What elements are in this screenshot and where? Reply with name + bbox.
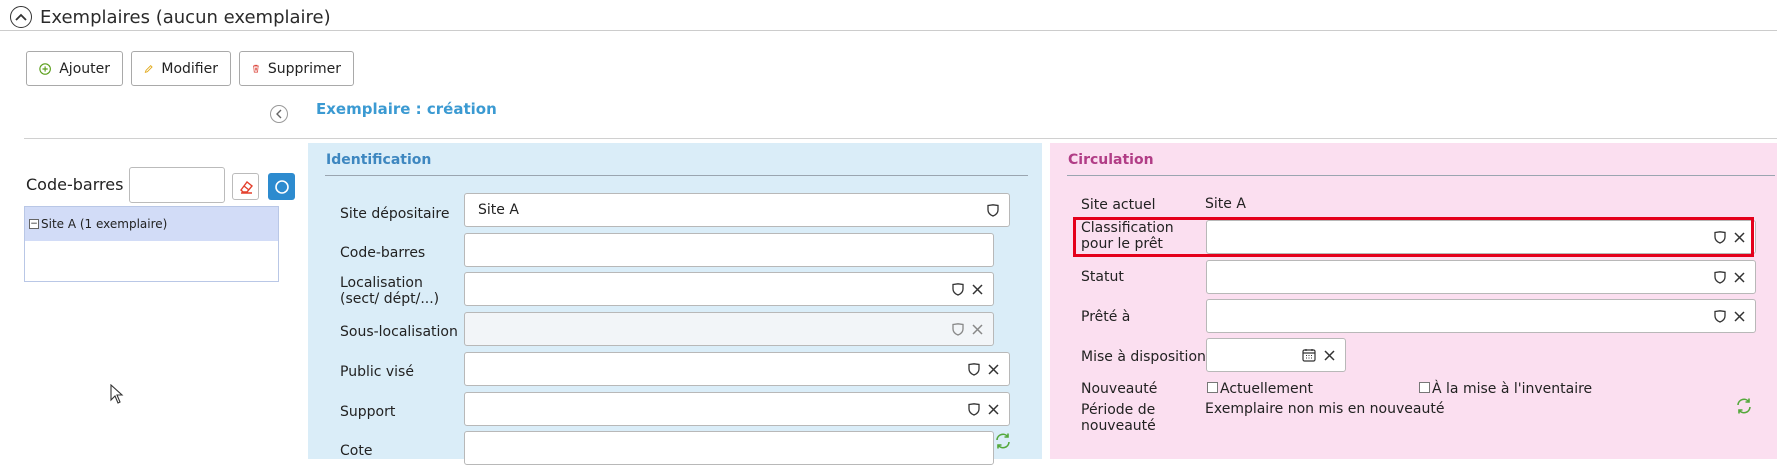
sublocation-select[interactable] xyxy=(464,312,994,346)
status-label: Statut xyxy=(1081,269,1124,285)
form-title: Exemplaire : création xyxy=(316,100,497,118)
support-label: Support xyxy=(340,404,396,420)
dropdown-shield-icon[interactable] xyxy=(1714,309,1726,323)
novelty-period-value: Exemplaire non mis en nouveauté xyxy=(1205,401,1445,417)
section-header: Exemplaires (aucun exemplaire) xyxy=(10,4,331,30)
delete-button-label: Supprimer xyxy=(267,60,341,77)
novelty-current-checkbox[interactable] xyxy=(1207,382,1218,393)
novelty-period-label: Période de nouveauté xyxy=(1081,402,1156,434)
dropdown-shield-icon[interactable] xyxy=(987,203,999,217)
cote-label: Cote xyxy=(340,443,373,459)
clear-icon[interactable] xyxy=(1734,310,1745,322)
edit-button[interactable]: Modifier xyxy=(131,51,231,86)
location-label: Localisation (sect/ dépt/...) xyxy=(340,275,440,307)
novelty-inventory-checkbox[interactable] xyxy=(1419,382,1430,393)
clear-icon[interactable] xyxy=(1734,271,1745,283)
plus-circle-icon xyxy=(39,62,51,75)
site-value: Site A xyxy=(478,202,519,218)
eraser-icon xyxy=(239,180,253,194)
barcode-input[interactable] xyxy=(464,233,994,267)
circulation-panel: Circulation Site actuel Site A Classific… xyxy=(1050,143,1777,459)
audience-label: Public visé xyxy=(340,364,414,380)
header-divider xyxy=(0,30,1777,31)
left-barcode-label: Code-barres xyxy=(26,175,124,194)
current-site-value: Site A xyxy=(1205,196,1246,212)
search-icon xyxy=(274,179,289,194)
identification-divider xyxy=(325,175,1028,176)
availability-label: Mise à disposition xyxy=(1081,349,1206,365)
circulation-title: Circulation xyxy=(1068,152,1154,168)
availability-date-input[interactable] xyxy=(1206,338,1346,372)
search-button[interactable] xyxy=(268,173,295,200)
refresh-icon[interactable] xyxy=(1735,397,1753,415)
dropdown-shield-icon[interactable] xyxy=(952,322,964,336)
back-button[interactable] xyxy=(270,105,288,123)
chevron-left-icon xyxy=(276,109,282,119)
clear-icon[interactable] xyxy=(972,283,983,295)
refresh-icon[interactable] xyxy=(994,432,1012,450)
site-label: Site dépositaire xyxy=(340,206,450,222)
clear-icon[interactable] xyxy=(988,403,999,415)
lent-to-select[interactable] xyxy=(1206,299,1756,333)
tree-item-label: Site A (1 exemplaire) xyxy=(41,217,168,231)
pencil-icon xyxy=(144,64,153,73)
classification-highlight xyxy=(1073,217,1754,257)
status-select[interactable] xyxy=(1206,260,1756,294)
clear-icon[interactable] xyxy=(972,323,983,335)
clear-icon[interactable] xyxy=(1324,349,1335,361)
clear-icon[interactable] xyxy=(988,363,999,375)
novelty-current-label: Actuellement xyxy=(1220,381,1314,397)
mouse-cursor-icon xyxy=(110,384,124,404)
circulation-divider xyxy=(1067,175,1775,176)
trash-icon xyxy=(253,64,259,73)
dropdown-shield-icon[interactable] xyxy=(952,282,964,296)
novelty-inventory-label: À la mise à l'inventaire xyxy=(1432,381,1593,397)
support-select[interactable] xyxy=(464,392,1010,426)
chevron-up-icon xyxy=(15,13,27,21)
calendar-icon[interactable] xyxy=(1302,348,1316,362)
tree-item-site-a[interactable]: − Site A (1 exemplaire) xyxy=(25,207,278,241)
location-select[interactable] xyxy=(464,272,994,306)
barcode-label: Code-barres xyxy=(340,245,426,261)
site-select[interactable]: Site A xyxy=(464,193,1010,227)
lent-to-label: Prêté à xyxy=(1081,309,1131,325)
left-barcode-input[interactable] xyxy=(129,167,225,203)
identification-panel: Identification Site dépositaire Site A C… xyxy=(308,143,1042,465)
site-tree: − Site A (1 exemplaire) xyxy=(24,206,279,282)
tree-toggle[interactable]: − xyxy=(29,219,39,229)
section-title: Exemplaires (aucun exemplaire) xyxy=(40,6,331,28)
delete-button[interactable]: Supprimer xyxy=(239,51,354,86)
identification-title: Identification xyxy=(326,152,432,168)
current-site-label: Site actuel xyxy=(1081,197,1156,213)
collapse-button[interactable] xyxy=(10,6,32,28)
edit-button-label: Modifier xyxy=(161,60,218,77)
cote-input[interactable] xyxy=(464,431,994,465)
add-button[interactable]: Ajouter xyxy=(26,51,123,86)
eraser-button[interactable] xyxy=(232,173,259,200)
audience-select[interactable] xyxy=(464,352,1010,386)
dropdown-shield-icon[interactable] xyxy=(968,362,980,376)
add-button-label: Ajouter xyxy=(59,60,110,77)
dropdown-shield-icon[interactable] xyxy=(968,402,980,416)
dropdown-shield-icon[interactable] xyxy=(1714,270,1726,284)
sublocation-label: Sous-localisation xyxy=(340,324,458,340)
form-divider xyxy=(24,138,1777,139)
novelty-label: Nouveauté xyxy=(1081,381,1158,397)
